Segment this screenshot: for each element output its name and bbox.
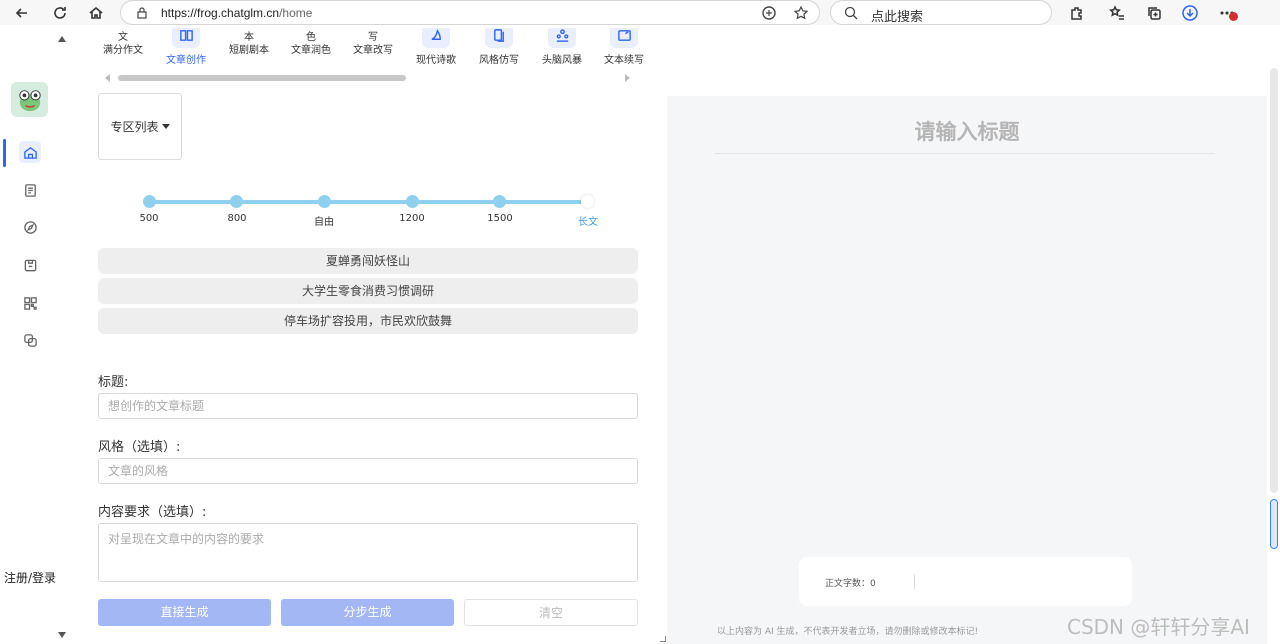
scroll-up-icon[interactable] [58, 36, 66, 42]
sidebar-item-discover[interactable] [19, 216, 41, 238]
back-icon[interactable] [11, 2, 33, 24]
title-divider [715, 153, 1215, 154]
style-label: 风格（选填）: [98, 440, 181, 455]
length-slider-handle[interactable] [581, 195, 594, 208]
url-text: https://frog.chatglm.cn/home [161, 6, 313, 20]
length-label-500[interactable]: 500 [124, 213, 174, 224]
sidebar-item-folder[interactable] [19, 254, 41, 276]
suggestion-chip[interactable]: 大学生零食消费习惯调研 [98, 278, 638, 304]
tool-label: 风格仿写 [479, 55, 519, 66]
suggestion-chip[interactable]: 夏蝉勇闯妖怪山 [98, 248, 638, 274]
divider [914, 574, 915, 589]
word-count-card: 正文字数：0 [799, 557, 1132, 606]
favorites-list-icon[interactable] [1108, 4, 1126, 22]
book-icon [172, 28, 200, 48]
tool-label: 文章创作 [166, 55, 206, 66]
scroll-right-icon[interactable] [625, 74, 630, 82]
tool-strip-scrollbar[interactable] [118, 75, 406, 81]
length-dot-800[interactable] [230, 195, 243, 208]
grid-icon [23, 296, 37, 310]
content-label: 内容要求（选填）: [98, 505, 207, 520]
compass-icon [23, 220, 37, 234]
direct-generate-button[interactable]: 直接生成 [98, 599, 271, 626]
browser-toolbar: https://frog.chatglm.cn/home 点此搜索 [0, 0, 1280, 25]
tool-strip: 文 满分作文 文章创作 本 短剧剧本 色 文章润色 写 文章改写 现代诗歌 风格… [70, 28, 666, 72]
continue-icon [610, 28, 638, 48]
document-icon [24, 183, 36, 197]
app-sidebar: 注册/登录 [0, 28, 70, 644]
length-label-800[interactable]: 800 [212, 213, 262, 224]
more-menu-icon[interactable] [1218, 4, 1238, 22]
title-input[interactable]: 想创作的文章标题 [98, 393, 638, 419]
length-label-1500[interactable]: 1500 [475, 213, 525, 224]
folder-icon [24, 259, 36, 271]
imitation-icon [485, 28, 513, 48]
notification-badge-icon [1229, 12, 1238, 21]
lock-icon [137, 7, 147, 19]
sidebar-item-home[interactable] [19, 141, 41, 163]
zone-list-label: 专区列表 [110, 120, 159, 134]
address-bar[interactable]: https://frog.chatglm.cn/home [120, 0, 820, 25]
preview-header-area [667, 28, 1267, 96]
scrollbar-thumb[interactable] [1270, 499, 1278, 549]
tool-label: 文章润色 [291, 45, 331, 56]
sidebar-item-copy[interactable] [19, 329, 41, 351]
home-icon [23, 146, 37, 159]
tool-label: 文章改写 [353, 45, 393, 56]
sidebar-item-documents[interactable] [19, 179, 41, 201]
length-dot-1500[interactable] [493, 195, 506, 208]
favorite-star-icon[interactable] [793, 5, 809, 21]
home-browser-icon[interactable] [85, 2, 107, 24]
tool-label: 短剧剧本 [229, 45, 269, 56]
scroll-down-icon[interactable] [58, 632, 66, 638]
tool-label: 现代诗歌 [416, 55, 456, 66]
style-input[interactable]: 文章的风格 [98, 458, 638, 484]
length-dot-free[interactable] [318, 195, 331, 208]
sidebar-item-apps[interactable] [19, 292, 41, 314]
downloads-icon[interactable] [1181, 4, 1199, 22]
clear-button[interactable]: 清空 [464, 599, 638, 626]
preview-panel: 请输入标题 正文字数：0 以上内容为 AI 生成，不代表开发者立场，请勿删除或修… [667, 96, 1267, 644]
page-scrollbar[interactable] [1268, 28, 1280, 644]
length-label-free[interactable]: 自由 [299, 213, 349, 228]
people-icon [548, 28, 576, 48]
watermark: CSDN @轩轩分享AI [1067, 615, 1250, 639]
browser-search-box[interactable]: 点此搜索 [830, 0, 1052, 25]
zone-list-dropdown[interactable]: 专区列表 [98, 93, 182, 160]
refresh-icon[interactable] [49, 2, 71, 24]
extensions-icon[interactable] [1068, 4, 1086, 22]
length-dot-1200[interactable] [406, 195, 419, 208]
title-label: 标题: [98, 375, 129, 390]
active-indicator [3, 139, 6, 167]
poetry-icon [422, 28, 450, 48]
login-link[interactable]: 注册/登录 [4, 569, 56, 586]
creation-panel: 文 满分作文 文章创作 本 短剧剧本 色 文章润色 写 文章改写 现代诗歌 风格… [70, 28, 666, 644]
preview-title[interactable]: 请输入标题 [667, 116, 1267, 146]
frog-logo-icon[interactable] [11, 82, 48, 117]
search-icon [844, 6, 858, 20]
length-dot-500[interactable] [143, 195, 156, 208]
suggestion-chip[interactable]: 停车场扩容投用，市民欢欣鼓舞 [98, 308, 638, 334]
collections-icon[interactable] [1145, 4, 1163, 22]
search-placeholder: 点此搜索 [871, 10, 924, 25]
scrollbar-track[interactable] [1270, 68, 1278, 493]
tool-label: 满分作文 [103, 45, 143, 56]
tool-label: 头脑风暴 [542, 55, 582, 66]
caret-down-icon [161, 124, 170, 129]
resize-grip-icon[interactable] [660, 636, 666, 642]
length-slider-track[interactable] [148, 200, 588, 204]
content-textarea[interactable]: 对呈现在文章中的内容的要求 [98, 523, 638, 582]
copy-icon [23, 333, 37, 347]
step-generate-button[interactable]: 分步生成 [281, 599, 454, 626]
word-count-label: 正文字数：0 [825, 579, 876, 589]
length-label-long[interactable]: 长文 [563, 213, 613, 228]
translate-icon[interactable] [761, 5, 777, 21]
ai-disclaimer: 以上内容为 AI 生成，不代表开发者立场，请勿删除或修改本标记! [717, 627, 979, 637]
tool-label: 文本续写 [604, 55, 644, 66]
scroll-left-icon[interactable] [105, 74, 110, 82]
length-label-1200[interactable]: 1200 [387, 213, 437, 224]
